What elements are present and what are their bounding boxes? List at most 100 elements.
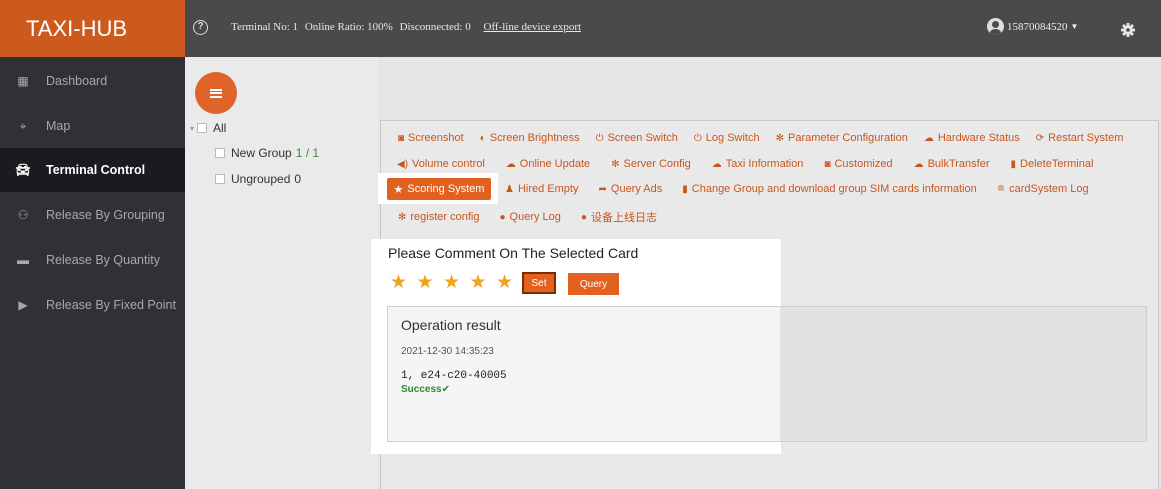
list-icon <box>210 88 222 98</box>
log-switch-button[interactable]: ⏻ Log Switch <box>694 132 760 144</box>
toolbar-row-4: ✻ register config ● Query Log ● 设备上线日志 <box>398 209 673 225</box>
dialog-title: Please Comment On The Selected Card <box>388 245 639 261</box>
cloud-icon: ☁ <box>913 158 924 170</box>
hardware-status-button[interactable]: ☁ Hardware Status <box>924 132 1020 144</box>
online-ratio: Online Ratio: 100% <box>304 21 393 33</box>
star-icon[interactable]: ★ <box>417 273 434 292</box>
sidebar-item-label: Release By Fixed Point <box>46 298 176 312</box>
restart-system-label: Restart System <box>1048 132 1124 144</box>
volume-icon: ◀) <box>397 158 409 170</box>
tree-group-label: New Group <box>231 146 292 160</box>
bulk-transfer-label: BulkTransfer <box>927 158 990 170</box>
help-icon[interactable]: ? <box>193 20 208 35</box>
screenshot-label: Screenshot <box>408 132 464 144</box>
scoring-system-button[interactable]: ★ Scoring System <box>387 178 491 200</box>
terminal-stats: Terminal No: 1 Online Ratio: 100% Discon… <box>231 21 585 33</box>
card-system-log-label: cardSystem Log <box>1009 183 1089 195</box>
cloud-upload-icon: ☁ <box>505 158 516 170</box>
taxi-information-label: Taxi Information <box>725 158 804 170</box>
sidebar: ▦ Dashboard ⌖ Map 🚘︎ Terminal Control ⚇ … <box>0 57 185 489</box>
online-update-button[interactable]: ☁ Online Update <box>506 158 590 170</box>
pin-icon: ● <box>499 211 506 223</box>
result-terminal: 1, e24-c20-40005 <box>401 370 507 382</box>
cloud-icon: ☁ <box>923 132 934 144</box>
tree-expand-icon[interactable]: ▾ <box>190 124 194 133</box>
restart-system-button[interactable]: ⟳ Restart System <box>1036 132 1124 144</box>
change-group-label: Change Group and download group SIM card… <box>691 183 977 195</box>
sidebar-item-dashboard[interactable]: ▦ Dashboard <box>0 59 185 103</box>
log-switch-label: Log Switch <box>705 132 760 144</box>
screen-brightness-button[interactable]: ◐ Screen Brightness <box>480 132 580 144</box>
query-log-label: Query Log <box>509 211 561 223</box>
customized-button[interactable]: ◙ Customized <box>824 158 892 170</box>
volume-control-label: Volume control <box>412 158 485 170</box>
gear-icon[interactable] <box>1121 23 1135 37</box>
username: 15870084520 <box>1007 20 1068 33</box>
cog-icon: ✻ <box>775 132 784 144</box>
server-config-button[interactable]: ✻ Server Config <box>611 158 691 170</box>
delete-terminal-button[interactable]: ▮ DeleteTerminal <box>1011 158 1094 170</box>
query-ads-label: Query Ads <box>610 183 663 195</box>
query-log-button[interactable]: ● Query Log <box>499 211 560 223</box>
query-button[interactable]: Query <box>568 273 619 295</box>
brightness-icon: ◐ <box>479 132 486 144</box>
register-config-button[interactable]: ✻ register config <box>398 211 479 223</box>
set-button[interactable]: Set <box>522 272 556 294</box>
customized-label: Customized <box>834 158 893 170</box>
pin-icon: ● <box>580 211 587 223</box>
cog-icon: ✻ <box>398 211 407 223</box>
terminal-no: Terminal No: 1 <box>231 21 299 33</box>
sidebar-item-terminal-control[interactable]: 🚘︎ Terminal Control <box>0 148 185 192</box>
delete-terminal-label: DeleteTerminal <box>1020 158 1094 170</box>
tree-checkbox[interactable] <box>215 148 225 158</box>
query-ads-button[interactable]: ➦ Query Ads <box>599 183 663 195</box>
star-rating[interactable]: ★ ★ ★ ★ ★ <box>390 273 523 292</box>
taxi-information-button[interactable]: ☁ Taxi Information <box>712 158 804 170</box>
tree-group-new[interactable]: New Group 1 / 1 <box>215 146 319 160</box>
tree-group-count: 0 <box>294 172 302 186</box>
server-config-label: Server Config <box>623 158 691 170</box>
device-online-log-button[interactable]: ● 设备上线日志 <box>581 209 657 225</box>
user-icon: ♟ <box>505 183 514 195</box>
top-bar: TAXI-HUB ? Terminal No: 1 Online Ratio: … <box>0 0 1161 57</box>
sidebar-item-release-by-grouping[interactable]: ⚇ Release By Grouping <box>0 193 185 237</box>
star-icon[interactable]: ★ <box>443 273 460 292</box>
sidebar-item-release-by-fixed-point[interactable]: ▶ Release By Fixed Point <box>0 283 185 327</box>
change-group-button[interactable]: ▮ Change Group and download group SIM car… <box>682 183 976 195</box>
toolbar-row-1: ◙ Screenshot ◐ Screen Brightness ⏻ Screen S… <box>398 132 1139 144</box>
tree-group-label: Ungrouped <box>231 172 291 186</box>
star-icon[interactable]: ★ <box>496 273 513 292</box>
power-icon: ⏻ <box>595 132 604 144</box>
camera-icon: ◙ <box>398 132 405 144</box>
screen-switch-button[interactable]: ⏻ Screen Switch <box>596 132 678 144</box>
brand-logo[interactable]: TAXI-HUB <box>0 0 185 57</box>
toolbar-row-2: ◀) Volume control ☁ Online Update ✻ Server … <box>397 158 1109 170</box>
star-icon[interactable]: ★ <box>470 273 487 292</box>
sidebar-item-label: Release By Quantity <box>46 253 160 267</box>
screenshot-button[interactable]: ◙ Screenshot <box>398 132 464 144</box>
power-icon: ⏻ <box>693 132 702 144</box>
card-system-log-button[interactable]: ≘ cardSystem Log <box>997 183 1089 195</box>
offline-export-link[interactable]: Off-line device export <box>484 21 582 33</box>
tree-group-ungrouped[interactable]: Ungrouped 0 <box>215 172 301 186</box>
star-icon[interactable]: ★ <box>390 273 407 292</box>
parameter-configuration-button[interactable]: ✻ Parameter Configuration <box>776 132 908 144</box>
sidebar-item-label: Terminal Control <box>46 163 146 177</box>
list-toggle-button[interactable] <box>195 72 237 114</box>
bulk-transfer-button[interactable]: ☁ BulkTransfer <box>914 158 990 170</box>
volume-control-button[interactable]: ◀) Volume control <box>397 158 485 170</box>
sidebar-item-label: Map <box>46 119 71 133</box>
tree-checkbox[interactable] <box>197 123 208 133</box>
car-icon: 🚘︎ <box>15 163 31 177</box>
screen-brightness-label: Screen Brightness <box>489 132 580 144</box>
toolbar-row-3: ♟ Hired Empty ➦ Query Ads ▮ Change Group an… <box>505 183 1105 195</box>
online-update-label: Online Update <box>519 158 591 170</box>
dashboard-icon: ▦ <box>17 74 29 88</box>
result-title: Operation result <box>401 317 501 333</box>
sidebar-item-release-by-quantity[interactable]: ▬ Release By Quantity <box>0 238 185 282</box>
sidebar-item-map[interactable]: ⌖ Map <box>0 104 185 148</box>
tree-root[interactable]: ▾ All <box>190 121 226 135</box>
tree-checkbox[interactable] <box>215 174 225 184</box>
hired-empty-button[interactable]: ♟ Hired Empty <box>505 183 579 195</box>
user-menu[interactable]: 15870084520 ▼ <box>987 18 1078 35</box>
